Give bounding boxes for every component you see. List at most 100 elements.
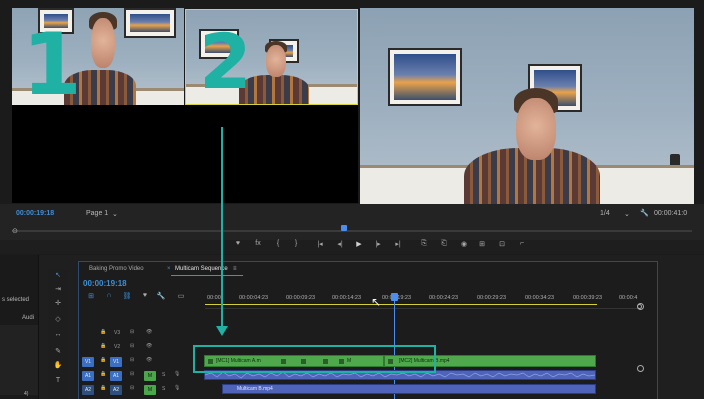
add-marker-icon[interactable]: ♥ [139, 292, 151, 299]
mark-out-icon[interactable]: } [290, 240, 302, 247]
camera-icon[interactable]: ◉ [458, 240, 470, 248]
pen-tool-icon[interactable]: ✎ [52, 347, 64, 355]
sync-lock-icon[interactable]: ⊟ [130, 343, 134, 349]
vertical-scrollbar[interactable] [636, 303, 644, 397]
microphone-icon[interactable]: 🎙 [174, 385, 180, 391]
active-tab-underline [171, 275, 243, 276]
sync-lock-icon[interactable]: ⊟ [130, 329, 134, 335]
work-area-bar[interactable] [205, 304, 597, 305]
chevron-down-icon[interactable]: ⌄ [624, 210, 630, 218]
extract-icon[interactable]: ⎗ [438, 240, 450, 248]
selection-tool-icon[interactable]: ↖ [52, 271, 64, 279]
tools-panel: ↖ ⇥ ✛ ◇ ↔ ✎ ✋ T [48, 269, 68, 399]
picture-frame-left [388, 48, 462, 106]
scroll-handle-bottom[interactable] [637, 365, 644, 372]
proxy-toggle-icon[interactable]: ⊡ [496, 240, 508, 248]
chevron-down-icon[interactable]: ⌄ [112, 210, 118, 218]
transport-controls: ♥ fx { } |◂ ◂| ▶ |▸ ▸| ⎘ ⎗ ◉ ⊞ ⊡ ⌐ [0, 240, 704, 254]
lift-icon[interactable]: ⎘ [418, 240, 430, 248]
close-icon[interactable]: × [167, 266, 171, 272]
source-patch-v1[interactable]: V1 [82, 357, 94, 367]
zoom-level[interactable]: 1/4 [600, 210, 610, 217]
lock-icon[interactable]: 🔒 [100, 329, 106, 335]
scrub-start-marker: ⊙ [12, 228, 18, 235]
project-list-area [0, 325, 38, 395]
ruler-label: 00:00:39:23 [573, 295, 603, 301]
slip-tool-icon[interactable]: ↔ [52, 331, 64, 338]
marker-icon[interactable]: ♥ [232, 240, 244, 247]
type-tool-icon[interactable]: T [52, 377, 64, 384]
ruler-label: 00:00:04:23 [239, 295, 269, 301]
sync-lock-icon[interactable]: ⊟ [130, 385, 134, 391]
track-name-a1[interactable]: A1 [110, 371, 122, 381]
camera-1-number: 1 [22, 15, 82, 105]
track-name-v2: V2 [114, 344, 121, 350]
sync-lock-icon[interactable]: ⊟ [130, 371, 134, 377]
mark-in-icon[interactable]: { [272, 240, 284, 247]
ruler-label: 00:00:14:23 [332, 295, 362, 301]
program-timecode[interactable]: 00:00:19:18 [16, 210, 54, 217]
go-to-in-icon[interactable]: |◂ [314, 240, 326, 248]
mini-scrub-bar[interactable] [12, 230, 692, 232]
page-selector[interactable]: Page 1 [86, 210, 108, 217]
source-patch-a2[interactable]: A2 [82, 385, 94, 395]
program-view[interactable] [360, 8, 694, 204]
tab-baking-promo-video[interactable]: Baking Promo Video [89, 266, 144, 272]
ruler-label: 00:00 [207, 295, 221, 301]
ruler-label: 00:00:29:23 [477, 295, 507, 301]
mute-button[interactable]: M [144, 371, 156, 381]
track-name-v3: V3 [114, 330, 121, 336]
multicam-toggle-icon[interactable]: ⊞ [476, 240, 488, 248]
multicam-editor-window: 1 2 00:00:19:18 Page 1 ⌄ 1/4 ⌄ 🔧 00:00:4… [0, 0, 704, 399]
eye-icon[interactable]: 👁 [146, 329, 152, 335]
fx-icon[interactable]: fx [252, 240, 264, 247]
annotation-highlight-box [193, 345, 436, 373]
track-name-v1[interactable]: V1 [110, 357, 122, 367]
snap-icon[interactable]: ∩ [103, 292, 115, 299]
microphone-icon[interactable]: 🎙 [174, 371, 180, 377]
play-icon[interactable]: ▶ [353, 240, 365, 248]
step-forward-icon[interactable]: |▸ [372, 240, 384, 248]
razor-tool-icon[interactable]: ◇ [52, 315, 64, 323]
captions-icon[interactable]: ▭ [175, 292, 187, 300]
program-playhead[interactable] [341, 225, 347, 231]
scroll-handle-top[interactable] [637, 303, 644, 310]
track-headers: 🔒 V3 ⊟ 👁 🔒 V2 ⊟ 👁 V1 🔒 V1 ⊟ 👁 A1 🔒 A1 ⊟ … [78, 325, 204, 399]
mute-button[interactable]: M [144, 385, 156, 395]
hand-tool-icon[interactable]: ✋ [52, 361, 64, 369]
wrench-icon[interactable]: 🔧 [640, 209, 649, 217]
step-back-icon[interactable]: ◂| [334, 240, 346, 248]
eye-icon[interactable]: 👁 [146, 357, 152, 363]
solo-button[interactable]: S [162, 372, 165, 378]
tab-menu-icon[interactable]: ≡ [233, 266, 237, 272]
solo-button[interactable]: S [162, 386, 165, 392]
camera-1-angle[interactable]: 1 [12, 8, 184, 105]
vr-icon[interactable]: ⌐ [516, 240, 528, 247]
go-to-out-icon[interactable]: ▸| [392, 240, 404, 248]
ruler-label: 00:00:4 [619, 295, 638, 301]
empty-angle-area [12, 105, 358, 203]
insert-nest-icon[interactable]: ⊞ [85, 292, 97, 300]
linked-selection-icon[interactable]: ⛓ [121, 292, 133, 300]
mouse-cursor-icon: ↖ [371, 295, 382, 309]
selected-angle-border [185, 9, 358, 105]
person-head [91, 18, 115, 68]
track-name-a2[interactable]: A2 [110, 385, 122, 395]
ruler-label: 00:00:09:23 [286, 295, 316, 301]
camera-2-angle[interactable]: 2 [185, 9, 358, 105]
sequence-timecode[interactable]: 00:00:19:18 [83, 279, 127, 288]
timeline-panel: s selected Audi 4) ↖ ⇥ ✛ ◇ ↔ ✎ ✋ T Bakin… [0, 255, 704, 399]
tab-multicam-sequence[interactable]: Multicam Sequence [175, 266, 228, 272]
duration-timecode: 00:00:41:0 [654, 210, 688, 217]
track-select-tool-icon[interactable]: ⇥ [52, 285, 64, 293]
timeline-settings-icon[interactable]: 🔧 [155, 292, 167, 300]
audio-clip-a2[interactable]: Multicam B.mp4 [222, 384, 596, 394]
lock-icon[interactable]: 🔒 [100, 343, 106, 349]
source-patch-a1[interactable]: A1 [82, 371, 94, 381]
lock-icon[interactable]: 🔒 [100, 385, 106, 391]
ripple-edit-tool-icon[interactable]: ✛ [52, 299, 64, 307]
sync-lock-icon[interactable]: ⊟ [130, 357, 134, 363]
lock-icon[interactable]: 🔒 [100, 371, 106, 377]
eye-icon[interactable]: 👁 [146, 343, 152, 349]
lock-icon[interactable]: 🔒 [100, 357, 106, 363]
